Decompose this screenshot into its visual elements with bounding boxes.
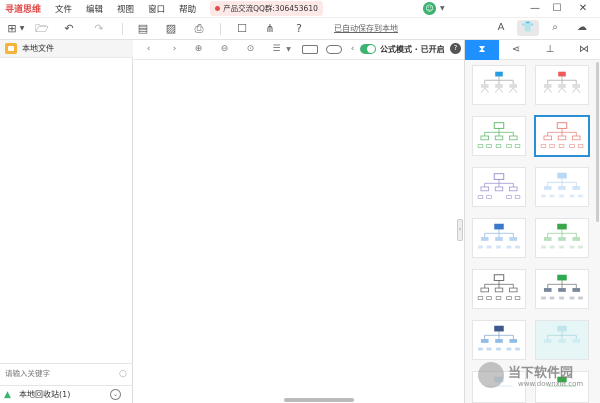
branch-structure-icon[interactable]: ⋖ (499, 40, 533, 60)
autosave-status[interactable]: 已自动保存到本地 (334, 23, 398, 34)
comment-icon[interactable]: ☐ (235, 22, 249, 36)
tree-structure-icon[interactable]: ⧗ (465, 40, 499, 60)
search-icon[interactable]: ○ (119, 369, 127, 379)
watermark: 当下软件园 www.downxia.com (478, 360, 598, 394)
horizontal-scrollbar[interactable] (284, 398, 354, 402)
menu-edit[interactable]: 编辑 (86, 3, 103, 15)
org-structure-icon[interactable]: ⊥ (533, 40, 567, 60)
tree-preview-icon (478, 223, 520, 249)
tree-preview-icon (541, 223, 583, 249)
tree-preview-icon (477, 173, 521, 199)
style-panel: ⧗ ⋖ ⊥ ⋈ (464, 40, 600, 403)
recycle-label: 本地回收站(1) (19, 390, 71, 399)
canvas-toolbar: ‹ › ⊕ ⊖ ⊙ ☰ ▼ ‹ 公式模式 · 已开启 ? (134, 40, 464, 60)
tree-preview-icon (477, 122, 521, 148)
vertical-scrollbar[interactable] (596, 62, 599, 222)
structure-tabs: ⧗ ⋖ ⊥ ⋈ (465, 40, 600, 60)
image-export-icon[interactable]: ▨ (164, 22, 178, 36)
toolbar-divider (220, 23, 221, 35)
zoom-in-icon[interactable]: ⊕ (192, 43, 205, 56)
mindmap-canvas[interactable] (134, 60, 464, 403)
help-icon[interactable]: ? (450, 43, 461, 54)
watermark-url: www.downxia.com (518, 380, 584, 388)
search-icon[interactable]: ⌕ (544, 20, 566, 36)
collapse-icon[interactable]: ‹ (346, 43, 359, 56)
cloud-sync-icon[interactable]: ☁ (571, 20, 593, 36)
qq-group-text: 产品交流QQ群:306453610 (223, 4, 318, 13)
network-structure-icon[interactable]: ⋈ (567, 40, 600, 60)
tree-preview-icon (543, 71, 581, 93)
help-doc-icon[interactable]: ? (292, 22, 306, 36)
style-thumb-8[interactable] (535, 218, 589, 258)
minimize-button[interactable]: — (524, 1, 546, 17)
menu-view[interactable]: 视图 (117, 3, 134, 15)
share-icon[interactable]: ⋔ (263, 22, 277, 36)
qq-group-badge[interactable]: 产品交流QQ群:306453610 (210, 1, 323, 16)
redo-icon[interactable]: ↷ (92, 22, 106, 36)
local-files-header[interactable]: 本地文件 (0, 40, 133, 58)
menu-help[interactable]: 帮助 (179, 3, 196, 15)
expand-icon[interactable]: ⌄ (110, 389, 121, 400)
close-button[interactable]: ✕ (572, 1, 594, 17)
maximize-button[interactable]: ☐ (546, 1, 568, 17)
formula-mode-label: 公式模式 · 已开启 (380, 45, 445, 54)
chevron-down-icon[interactable]: ▼ (440, 5, 445, 12)
style-thumb-7[interactable] (472, 218, 526, 258)
style-thumb-6[interactable] (535, 167, 589, 207)
recycle-icon: ▲ (4, 389, 11, 400)
open-folder-icon[interactable]: 🗁 (35, 22, 49, 36)
style-thumb-1[interactable] (472, 65, 526, 105)
tree-preview-icon (540, 122, 584, 148)
menu-file[interactable]: 文件 (55, 3, 72, 15)
style-thumb-9[interactable] (472, 269, 526, 309)
main-toolbar: ⊞ ▼ 🗁 ↶ ↷ ▤ ▨ ⎙ ☐ ⋔ ? 已自动保存到本地 A 👕 ⌕ ☁ (0, 18, 600, 40)
tree-preview-icon (541, 274, 583, 300)
search-input[interactable] (5, 369, 113, 378)
new-file-icon[interactable]: ⊞ (5, 22, 19, 36)
style-thumb-10[interactable] (535, 269, 589, 309)
tree-preview-icon (543, 325, 581, 343)
chevron-down-icon[interactable]: ▼ (18, 22, 26, 36)
watermark-logo-icon (478, 362, 504, 388)
local-file-icon (5, 43, 17, 54)
recycle-bin[interactable]: ▲ 本地回收站(1) ⌄ (0, 385, 133, 403)
rounded-shape-button[interactable] (326, 45, 342, 54)
tree-preview-icon (480, 71, 518, 93)
app-name: 寻道思维 (5, 5, 42, 15)
print-icon[interactable]: ⎙ (192, 22, 206, 36)
title-bar: 寻道思维 文件 编辑 视图 窗口 帮助 产品交流QQ群:306453610 (0, 0, 600, 18)
tree-preview-icon (477, 274, 521, 300)
forward-icon[interactable]: › (168, 43, 181, 56)
save-icon[interactable]: ▤ (136, 22, 150, 36)
menu-window[interactable]: 窗口 (148, 3, 165, 15)
text-style-icon[interactable]: A (490, 20, 512, 36)
file-search: ○ (0, 363, 133, 383)
formula-mode-toggle[interactable] (360, 44, 376, 54)
theme-shirt-icon[interactable]: 👕 (517, 20, 539, 36)
zoom-out-icon[interactable]: ⊖ (218, 43, 231, 56)
tree-preview-icon (478, 325, 520, 351)
badge-dot-icon (215, 6, 221, 11)
rectangle-shape-button[interactable] (302, 45, 318, 54)
view-mode-tabs: A 👕 ⌕ ☁ (490, 20, 598, 38)
fit-view-icon[interactable]: ⊙ (244, 43, 257, 56)
style-thumb-4[interactable] (534, 115, 590, 157)
file-panel: 本地文件 ○ ▲ 本地回收站(1) ⌄ (0, 40, 133, 403)
local-files-label: 本地文件 (22, 44, 54, 53)
style-thumb-5[interactable] (472, 167, 526, 207)
toolbar-divider (122, 23, 123, 35)
user-avatar[interactable]: ☺ (423, 2, 436, 15)
undo-icon[interactable]: ↶ (62, 22, 76, 36)
tree-preview-icon (541, 172, 583, 198)
right-collapse-handle[interactable]: › (457, 219, 463, 241)
chevron-down-icon[interactable]: ▼ (282, 43, 295, 56)
watermark-title: 当下软件园 (508, 366, 574, 381)
style-thumb-12[interactable] (535, 320, 589, 360)
style-thumb-3[interactable] (472, 116, 526, 156)
style-thumb-11[interactable] (472, 320, 526, 360)
back-icon[interactable]: ‹ (142, 43, 155, 56)
style-thumb-2[interactable] (535, 65, 589, 105)
